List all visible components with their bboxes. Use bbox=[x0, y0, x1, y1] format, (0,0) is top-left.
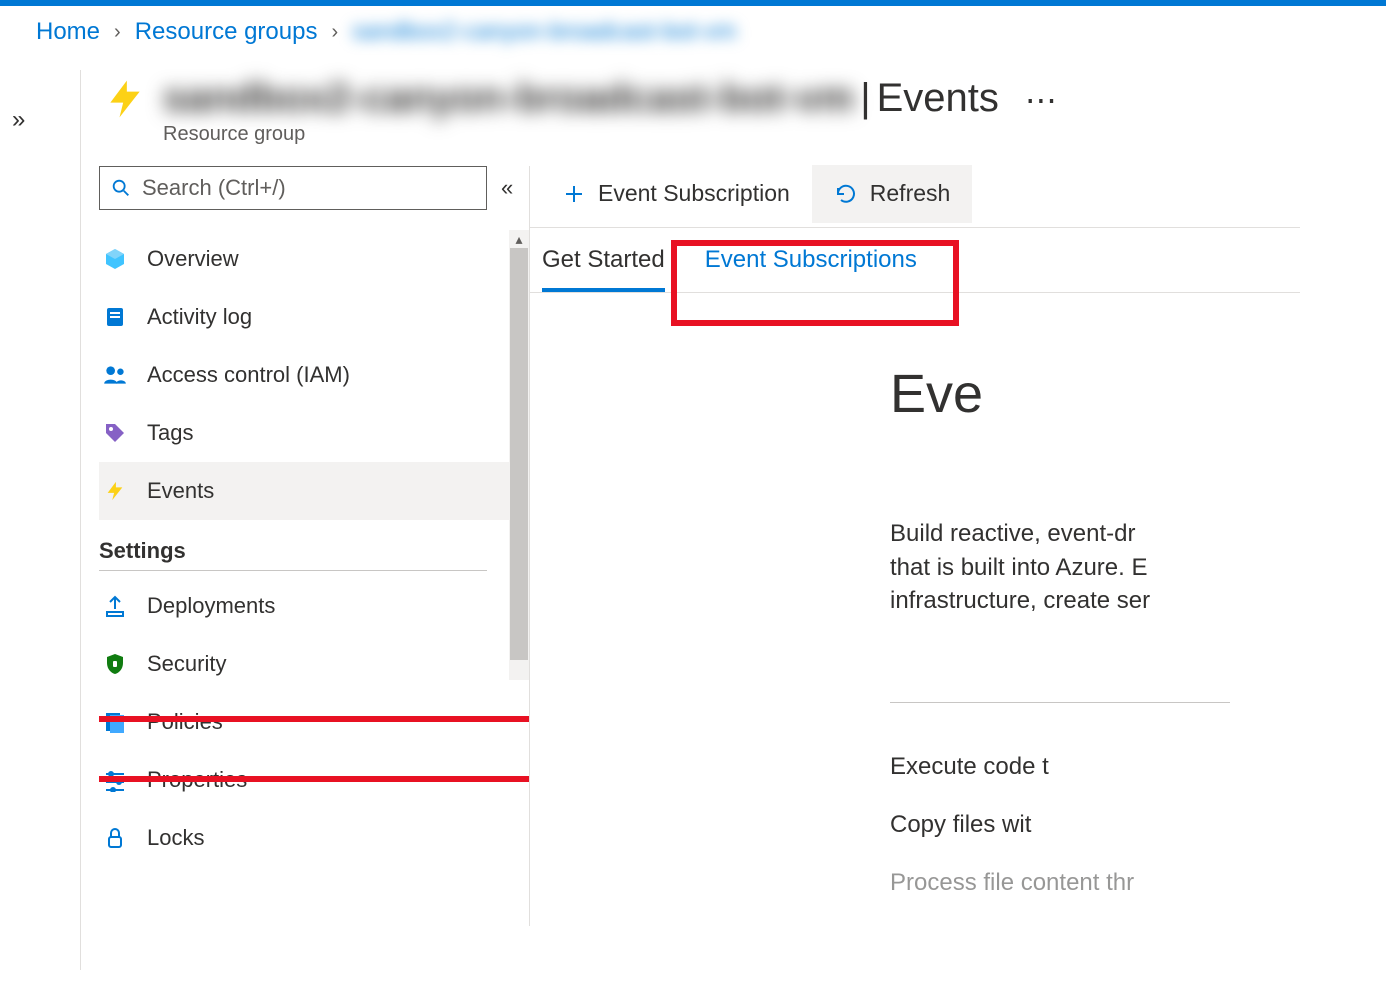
title-separator: | bbox=[860, 76, 870, 121]
lightning-icon bbox=[101, 477, 129, 505]
search-placeholder: Search (Ctrl+/) bbox=[142, 175, 286, 201]
cube-icon bbox=[101, 245, 129, 273]
main-pane: sandbox2-canyon-broadcast-bot-vm | Event… bbox=[80, 70, 1300, 970]
divider bbox=[890, 702, 1230, 703]
lightning-icon bbox=[103, 77, 147, 121]
sidebar-item-label: Tags bbox=[147, 420, 193, 446]
people-icon bbox=[101, 361, 129, 389]
sidebar-item-access-control[interactable]: Access control (IAM) bbox=[99, 346, 529, 404]
annotation-highlight-event-subscription bbox=[671, 240, 959, 326]
refresh-button[interactable]: Refresh bbox=[812, 165, 973, 223]
breadcrumb-home[interactable]: Home bbox=[36, 18, 100, 46]
collapse-nav-icon[interactable]: « bbox=[501, 175, 513, 201]
resource-type-label: Resource group bbox=[163, 123, 1300, 146]
sidebar-item-events[interactable]: Events bbox=[99, 462, 529, 520]
scroll-up-icon[interactable]: ▴ bbox=[512, 232, 526, 246]
shield-icon bbox=[101, 650, 129, 678]
toolbar: Event Subscription Refresh bbox=[530, 160, 1300, 228]
sidebar-section-settings: Settings bbox=[99, 538, 487, 571]
tag-icon bbox=[101, 419, 129, 447]
chevron-right-icon: › bbox=[331, 21, 338, 44]
page-header: sandbox2-canyon-broadcast-bot-vm | Event… bbox=[81, 70, 1300, 121]
sidebar-item-overview[interactable]: Overview bbox=[99, 230, 529, 288]
sidebar-item-label: Locks bbox=[147, 825, 204, 851]
breadcrumb-resource-groups[interactable]: Resource groups bbox=[135, 18, 318, 46]
log-icon bbox=[101, 303, 129, 331]
annotation-highlight-events bbox=[99, 716, 529, 782]
sidebar-item-tags[interactable]: Tags bbox=[99, 404, 529, 462]
resource-name: sandbox2-canyon-broadcast-bot-vm bbox=[163, 76, 854, 121]
sidebar-item-security[interactable]: Security bbox=[99, 635, 529, 693]
sidebar-item-activity-log[interactable]: Activity log bbox=[99, 288, 529, 346]
search-icon bbox=[110, 177, 132, 199]
breadcrumb-current: sandbox2-canyon-broadcast-bot-vm bbox=[352, 18, 736, 46]
content-line: Process file content thr bbox=[890, 869, 1300, 897]
event-subscription-button[interactable]: Event Subscription bbox=[540, 165, 812, 223]
sidebar-item-label: Deployments bbox=[147, 593, 275, 619]
sidebar: Search (Ctrl+/) « ▴ Overview Activity lo… bbox=[81, 166, 529, 926]
expand-nav-icon[interactable]: » bbox=[12, 106, 25, 134]
sidebar-item-label: Access control (IAM) bbox=[147, 362, 350, 388]
content-line: Execute code t bbox=[890, 753, 1300, 781]
sidebar-nav: ▴ Overview Activity log Access control (… bbox=[99, 230, 529, 910]
sidebar-item-deployments[interactable]: Deployments bbox=[99, 577, 529, 635]
toolbar-button-label: Refresh bbox=[870, 180, 951, 207]
refresh-icon bbox=[834, 182, 858, 206]
scrollbar-thumb[interactable] bbox=[510, 248, 528, 660]
toolbar-button-label: Event Subscription bbox=[598, 180, 790, 207]
page-title: Events bbox=[877, 76, 999, 121]
sidebar-item-label: Overview bbox=[147, 246, 239, 272]
sidebar-item-locks[interactable]: Locks bbox=[99, 809, 529, 867]
more-icon[interactable]: ⋯ bbox=[1025, 81, 1059, 119]
plus-icon bbox=[562, 182, 586, 206]
tab-get-started[interactable]: Get Started bbox=[542, 238, 665, 292]
content-heading: Eve bbox=[890, 363, 1300, 425]
chevron-right-icon: › bbox=[114, 21, 121, 44]
search-input[interactable]: Search (Ctrl+/) bbox=[99, 166, 487, 210]
sidebar-item-label: Security bbox=[147, 651, 226, 677]
upload-icon bbox=[101, 592, 129, 620]
lock-icon bbox=[101, 824, 129, 852]
content-area: Eve Build reactive, event-dr that is bui… bbox=[530, 293, 1300, 897]
sidebar-item-label: Activity log bbox=[147, 304, 252, 330]
breadcrumb: Home › Resource groups › sandbox2-canyon… bbox=[0, 6, 1386, 58]
content-line: Copy files wit bbox=[890, 811, 1300, 839]
sidebar-item-label: Events bbox=[147, 478, 214, 504]
content-text: Build reactive, event-dr that is built i… bbox=[890, 517, 1300, 618]
